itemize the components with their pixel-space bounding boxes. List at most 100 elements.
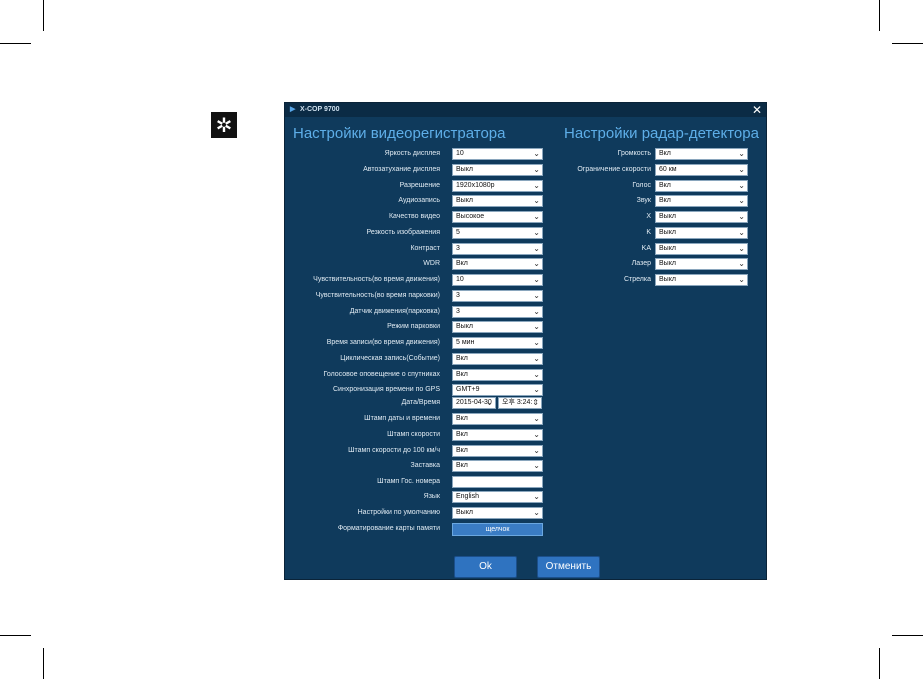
dropdown-value: Вкл (456, 447, 468, 454)
dropdown-value: 10 (456, 150, 464, 157)
crop-mark (892, 43, 923, 44)
setting-label: X (646, 213, 651, 220)
dropdown-value: Вкл (659, 150, 671, 157)
chevron-down-icon: ⌄ (738, 165, 745, 174)
crop-mark (43, 648, 44, 679)
dropdown-value: Выкл (659, 229, 676, 236)
setting-label: K (646, 229, 651, 236)
chevron-down-icon: ⌄ (738, 244, 745, 253)
setting-dropdown[interactable]: English ⌄ (452, 491, 543, 503)
setting-dropdown[interactable]: Вкл ⌄ (655, 180, 748, 192)
setting-dropdown[interactable]: 3 ⌄ (452, 290, 543, 302)
setting-label: Синхронизация времени по GPS (333, 386, 440, 393)
video-settings-heading: Настройки видеорегистратора (293, 125, 506, 142)
setting-dropdown[interactable]: Выкл ⌄ (655, 258, 748, 270)
setting-dropdown[interactable]: Вкл ⌄ (452, 413, 543, 425)
dropdown-value: 3 (456, 308, 460, 315)
chevron-down-icon: ⌄ (533, 446, 540, 455)
setting-label: Автозатухание дисплея (363, 166, 440, 173)
setting-dropdown[interactable]: 60 км ⌄ (655, 164, 748, 176)
setting-label: KA (641, 245, 651, 252)
setting-label: Форматирование карты памяти (337, 525, 440, 532)
setting-dropdown[interactable]: Вкл ⌄ (655, 195, 748, 207)
setting-dropdown[interactable]: Выкл ⌄ (655, 227, 748, 239)
setting-dropdown[interactable]: Выкл ⌄ (655, 243, 748, 255)
setting-dropdown[interactable]: Выкл ⌄ (452, 507, 543, 519)
setting-dropdown[interactable]: 3 ⌄ (452, 306, 543, 318)
setting-dropdown[interactable]: GMT+9 ⌄ (452, 384, 543, 396)
setting-dropdown[interactable]: Выкл ⌄ (655, 211, 748, 223)
chevron-down-icon: ⌄ (533, 508, 540, 517)
setting-dropdown[interactable]: Вкл ⌄ (452, 445, 543, 457)
dropdown-value: Выкл (659, 276, 676, 283)
dropdown-value: Высокое (456, 213, 485, 220)
chevron-down-icon: ⌄ (533, 461, 540, 470)
chevron-down-icon: ⌄ (738, 275, 745, 284)
setting-dropdown[interactable]: 5 мин ⌄ (452, 337, 543, 349)
setting-label: Качество видео (388, 213, 440, 220)
setting-label: Чувствительность(во время парковки) (315, 292, 440, 299)
setting-label: Настройки по умолчанию (357, 509, 440, 516)
chevron-down-icon: ⌄ (738, 259, 745, 268)
close-icon[interactable]: ✕ (752, 103, 762, 117)
setting-label: Стрелка (623, 276, 651, 283)
dropdown-value: 3 (456, 245, 460, 252)
setting-dropdown[interactable]: Выкл ⌄ (655, 274, 748, 286)
dropdown-value: 60 км (659, 166, 677, 173)
chevron-down-icon: ⌄ (533, 414, 540, 423)
setting-dropdown[interactable]: Вкл ⌄ (655, 148, 748, 160)
plate-number-input[interactable] (452, 476, 543, 488)
dropdown-value: GMT+9 (456, 386, 480, 393)
setting-dropdown[interactable]: Вкл ⌄ (452, 460, 543, 472)
setting-label: Чувствительность(во время движения) (313, 276, 440, 283)
setting-label: Циклическая запись(Событие) (340, 355, 440, 362)
crop-mark (0, 635, 31, 636)
dropdown-value: Выкл (659, 245, 676, 252)
setting-label: Датчик движения(парковка) (349, 308, 440, 315)
setting-label: Голос (632, 182, 651, 189)
dropdown-value: Вкл (659, 182, 671, 189)
setting-dropdown[interactable]: Выкл ⌄ (452, 321, 543, 333)
dropdown-value: Вкл (456, 462, 468, 469)
setting-label: Штамп скорости (387, 431, 440, 438)
title-bar: ▶ X-COP 9700 ✕ (285, 103, 766, 117)
time-picker[interactable]: 오후 3:24: ⇕ (498, 397, 542, 409)
chevron-down-icon: ⌄ (533, 307, 540, 316)
setting-label: Штамп даты и времени (364, 415, 440, 422)
dropdown-value: English (456, 493, 479, 500)
dropdown-value: 5 мин (456, 339, 475, 346)
chevron-down-icon: ⌄ (533, 338, 540, 347)
dropdown-value: Выкл (456, 509, 473, 516)
setting-label: Дата/Время (401, 399, 440, 406)
crop-mark (43, 0, 44, 31)
setting-label: Разрешение (399, 182, 440, 189)
setting-dropdown[interactable]: Вкл ⌄ (452, 369, 543, 381)
chevron-down-icon: ⌄ (738, 196, 745, 205)
chevron-down-icon: ⌄ (533, 322, 540, 331)
chevron-down-icon: ⌄ (486, 398, 493, 407)
date-picker[interactable]: 2015-04-30 ⌄ (452, 397, 496, 409)
dropdown-value: Вкл (456, 371, 468, 378)
setting-label: Аудиозапись (398, 197, 440, 204)
dropdown-value: 3 (456, 292, 460, 299)
setting-label: Язык (423, 493, 440, 500)
cancel-button[interactable]: Отменить (537, 556, 600, 578)
spinner-icon[interactable]: ⇕ (532, 398, 539, 408)
setting-label: Режим парковки (387, 323, 440, 330)
dropdown-value: 5 (456, 229, 460, 236)
crop-mark (879, 0, 880, 31)
crop-mark (879, 648, 880, 679)
setting-label: Время записи(во время движения) (326, 339, 440, 346)
gear-icon: ✲ (211, 112, 237, 138)
setting-dropdown[interactable]: Вкл ⌄ (452, 353, 543, 365)
setting-label: WDR (423, 260, 440, 267)
play-icon: ▶ (290, 106, 296, 113)
setting-dropdown[interactable]: Вкл ⌄ (452, 429, 543, 441)
settings-window: ▶ X-COP 9700 ✕ Настройки видеорегистрато… (284, 102, 767, 580)
dropdown-value: 10 (456, 276, 464, 283)
setting-label: Ограничение скорости (577, 166, 651, 173)
setting-label: Лазер (631, 260, 651, 267)
format-card-button[interactable]: щелчок (452, 523, 543, 536)
dropdown-value: 1920x1080p (456, 182, 495, 189)
ok-button[interactable]: Ok (454, 556, 517, 578)
